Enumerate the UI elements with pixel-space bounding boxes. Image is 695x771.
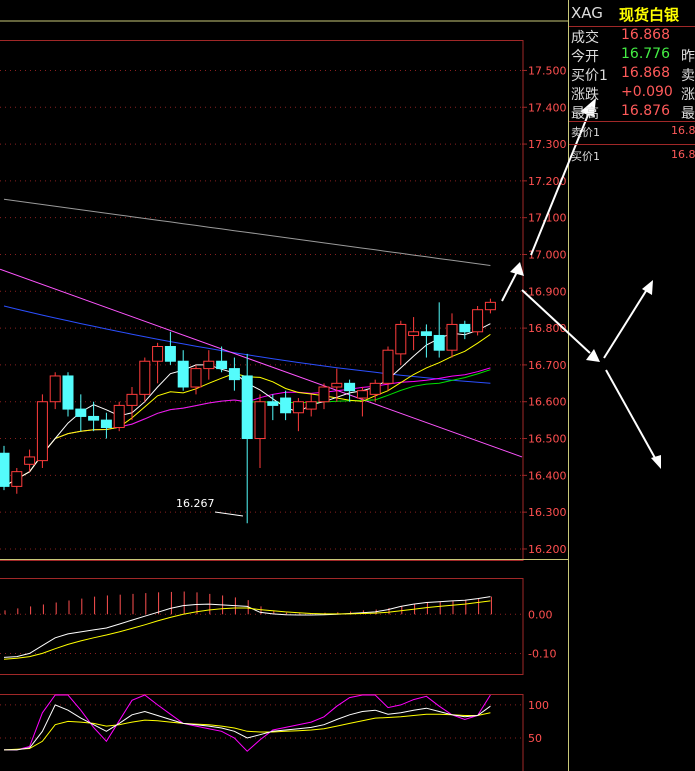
candle-body xyxy=(408,331,420,336)
candle-body xyxy=(100,419,112,428)
candle-body xyxy=(433,334,445,351)
candle-body xyxy=(164,346,176,362)
candle-body xyxy=(190,368,202,388)
candle-body xyxy=(267,401,279,406)
candle-body xyxy=(382,349,394,384)
candle-body xyxy=(318,386,330,403)
symbol-name: 现货白银 xyxy=(619,6,680,24)
candle-body xyxy=(75,408,87,417)
candle-body xyxy=(36,401,48,462)
price-tick-label: 17.400 xyxy=(528,101,567,114)
price-tick-label: 16.500 xyxy=(528,433,567,446)
candle-body xyxy=(484,301,496,311)
candle-body xyxy=(24,456,36,465)
symbol-code: XAG xyxy=(571,4,603,22)
price-tick-label: 17.300 xyxy=(528,138,567,151)
quote-tail: 涨 xyxy=(681,87,695,103)
quote-row-high: 最高 16.876 最 xyxy=(569,103,695,123)
candle-body xyxy=(216,360,228,370)
candle-body xyxy=(113,404,125,428)
candle-body xyxy=(344,382,356,392)
macd-tick-label: 0.00 xyxy=(528,608,553,621)
candle-body xyxy=(280,397,292,414)
price-tick-label: 16.800 xyxy=(528,322,567,335)
price-tick-label: 16.700 xyxy=(528,359,567,372)
candle-body xyxy=(292,401,304,414)
quote-row-last: 成交 16.868 xyxy=(569,27,695,47)
candle-body xyxy=(228,368,240,381)
orderbook-price: 16.8 xyxy=(671,148,695,161)
quote-row-open: 今开 16.776 昨 xyxy=(569,46,695,66)
quote-label: 涨跌 xyxy=(571,87,599,103)
price-tick-label: 17.500 xyxy=(528,64,567,77)
candle-body xyxy=(369,382,381,395)
macd-tick-label: -0.10 xyxy=(528,647,556,660)
candle-body xyxy=(254,401,266,440)
quote-label: 今开 xyxy=(571,49,599,65)
candle-body xyxy=(126,393,138,406)
kdj-tick-label: 50 xyxy=(528,732,542,745)
quote-row-bid: 买价1 16.868 卖 xyxy=(569,65,695,85)
candle-body xyxy=(62,375,74,410)
quote-tail: 最 xyxy=(681,106,695,122)
candle-body xyxy=(446,323,458,351)
quote-tail: 昨 xyxy=(681,49,695,65)
orderbook-label: 卖价1 xyxy=(571,126,600,139)
low-annotation: 16.267 xyxy=(176,497,215,510)
quote-label: 买价1 xyxy=(571,68,608,84)
quote-tail: 卖 xyxy=(681,68,695,84)
candle-body xyxy=(241,375,253,440)
candle-body xyxy=(177,360,189,388)
candle-body xyxy=(11,471,23,487)
candle-body xyxy=(331,382,343,388)
candle-body xyxy=(420,331,432,336)
candle-body xyxy=(49,375,61,403)
candle-body xyxy=(139,360,151,395)
candle-body xyxy=(459,323,471,333)
quote-value: 16.868 xyxy=(621,65,670,81)
quote-value: 16.776 xyxy=(621,46,670,62)
candle-body xyxy=(88,415,100,421)
candle-body xyxy=(0,452,10,487)
quote-panel: XAG 现货白银 成交 16.868 今开 16.776 昨 买价1 16.86… xyxy=(569,0,695,771)
kdj-tick-label: 100 xyxy=(528,699,549,712)
price-tick-label: 16.300 xyxy=(528,506,567,519)
price-tick-label: 16.600 xyxy=(528,396,567,409)
candle-body xyxy=(472,309,484,333)
quote-label: 成交 xyxy=(571,30,599,46)
quote-row-change: 涨跌 +0.090 涨 xyxy=(569,84,695,104)
quote-value: 16.876 xyxy=(621,103,670,119)
orderbook-label: 买价1 xyxy=(571,150,600,163)
orderbook-price: 16.8 xyxy=(671,124,695,137)
candle-body xyxy=(395,323,407,355)
candle-body xyxy=(152,346,164,362)
quote-value: +0.090 xyxy=(621,84,673,100)
quote-label: 最高 xyxy=(571,106,599,122)
candle-body xyxy=(356,390,368,399)
price-tick-label: 16.200 xyxy=(528,543,567,556)
candle-body xyxy=(203,360,215,370)
price-tick-label: 16.900 xyxy=(528,285,567,298)
candle-body xyxy=(305,401,317,410)
quote-value: 16.868 xyxy=(621,27,670,43)
price-tick-label: 16.400 xyxy=(528,469,567,482)
